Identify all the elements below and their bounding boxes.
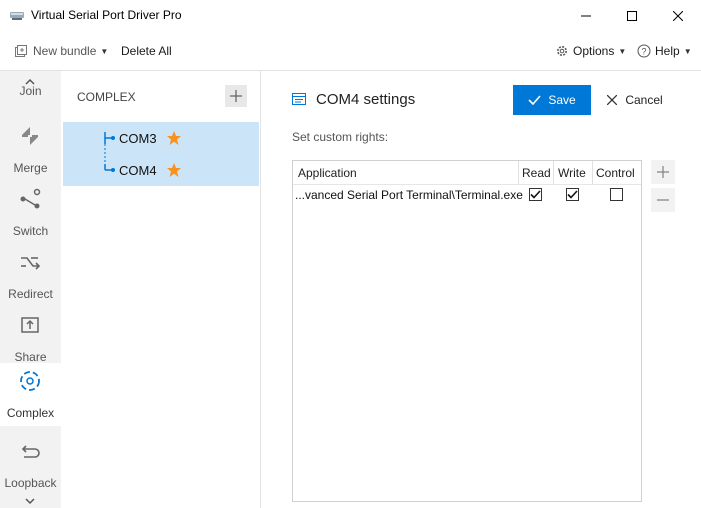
- save-label: Save: [548, 93, 576, 107]
- check-icon: [528, 95, 541, 105]
- gear-icon: [555, 44, 569, 58]
- nav-complex-label: Complex: [6, 406, 55, 420]
- table-header: Application Read Write Control: [293, 161, 641, 185]
- port-item-com3[interactable]: COM3: [63, 122, 259, 154]
- scroll-down-icon[interactable]: [22, 495, 38, 505]
- complex-icon: [18, 369, 42, 393]
- remove-application-button[interactable]: [651, 188, 675, 212]
- read-checkbox[interactable]: [529, 188, 542, 201]
- options-menu[interactable]: Options ▼: [555, 31, 626, 71]
- column-divider: [592, 161, 593, 185]
- nav-complex[interactable]: Complex: [0, 363, 61, 426]
- help-icon: ?: [637, 44, 651, 58]
- column-header-read[interactable]: Read: [522, 161, 551, 185]
- column-header-write[interactable]: Write: [558, 161, 586, 185]
- app-logo-icon: [9, 9, 25, 21]
- control-checkbox[interactable]: [610, 188, 623, 201]
- settings-title: COM4 settings: [316, 91, 416, 108]
- share-icon: [18, 313, 42, 337]
- add-application-button[interactable]: [651, 160, 675, 184]
- write-checkbox[interactable]: [566, 188, 579, 201]
- settings-icon: [292, 93, 306, 105]
- mode-navigation: Join Merge Switch Redirect Share Complex…: [0, 71, 61, 508]
- custom-rights-label: Set custom rights:: [292, 130, 389, 144]
- svg-text:?: ?: [641, 47, 646, 57]
- nav-merge[interactable]: Merge: [0, 118, 61, 181]
- loopback-icon: [18, 439, 42, 463]
- cancel-button[interactable]: Cancel: [600, 85, 670, 115]
- delete-all-button[interactable]: Delete All: [121, 31, 172, 71]
- nav-redirect[interactable]: Redirect: [0, 244, 61, 307]
- chevron-down-icon: ▼: [683, 46, 692, 56]
- check-icon: [567, 190, 578, 199]
- nav-share[interactable]: Share: [0, 307, 61, 370]
- nav-switch-label: Switch: [12, 224, 49, 238]
- port-name: COM3: [119, 130, 157, 146]
- merge-icon: [18, 124, 42, 148]
- nav-redirect-label: Redirect: [8, 287, 53, 301]
- column-divider: [553, 161, 554, 185]
- close-button[interactable]: [655, 0, 701, 31]
- application-path: ...vanced Serial Port Terminal\Terminal.…: [295, 188, 523, 202]
- maximize-button[interactable]: [609, 0, 655, 31]
- add-bundle-button[interactable]: [225, 85, 247, 107]
- nav-share-label: Share: [14, 350, 47, 364]
- star-icon: [166, 162, 182, 178]
- plus-icon: [657, 166, 669, 178]
- port-name: COM4: [119, 162, 157, 178]
- column-divider: [518, 161, 519, 185]
- options-label: Options: [573, 44, 615, 58]
- column-header-application[interactable]: Application: [298, 161, 357, 185]
- delete-all-label: Delete All: [121, 44, 172, 58]
- window-title: Virtual Serial Port Driver Pro: [31, 8, 182, 22]
- chevron-down-icon: ▼: [618, 46, 627, 56]
- bundle-group-title: COMPLEX: [77, 90, 136, 104]
- nav-switch[interactable]: Switch: [0, 181, 61, 244]
- rights-table: Application Read Write Control ...vanced…: [292, 160, 642, 502]
- table-row[interactable]: ...vanced Serial Port Terminal\Terminal.…: [293, 185, 641, 205]
- save-button[interactable]: Save: [513, 85, 591, 115]
- cancel-label: Cancel: [625, 93, 663, 107]
- minimize-button[interactable]: [563, 0, 609, 31]
- nav-loopback[interactable]: Loopback: [0, 433, 61, 496]
- switch-icon: [18, 187, 42, 211]
- nav-loopback-label: Loopback: [4, 476, 57, 490]
- chevron-down-icon: ▼: [100, 46, 109, 56]
- check-icon: [530, 190, 541, 199]
- help-label: Help: [655, 44, 680, 58]
- nav-join[interactable]: Join: [0, 41, 61, 104]
- port-list: COM3 COM4: [63, 122, 259, 186]
- port-item-com4[interactable]: COM4: [63, 154, 259, 186]
- close-icon: [607, 95, 618, 105]
- bundle-list-panel: COMPLEX COM3 COM4: [61, 71, 261, 508]
- redirect-icon: [18, 250, 42, 274]
- star-icon: [166, 130, 182, 146]
- nav-join-label: Join: [19, 84, 42, 98]
- title-bar: Virtual Serial Port Driver Pro: [0, 0, 701, 31]
- help-menu[interactable]: ? Help ▼: [637, 31, 692, 71]
- column-header-control[interactable]: Control: [596, 161, 635, 185]
- app-window: Virtual Serial Port Driver Pro New bundl…: [0, 0, 701, 508]
- nav-merge-label: Merge: [13, 161, 48, 175]
- toolbar: New bundle ▼ Delete All Options ▼ ? Help…: [0, 31, 701, 71]
- minus-icon: [657, 199, 669, 201]
